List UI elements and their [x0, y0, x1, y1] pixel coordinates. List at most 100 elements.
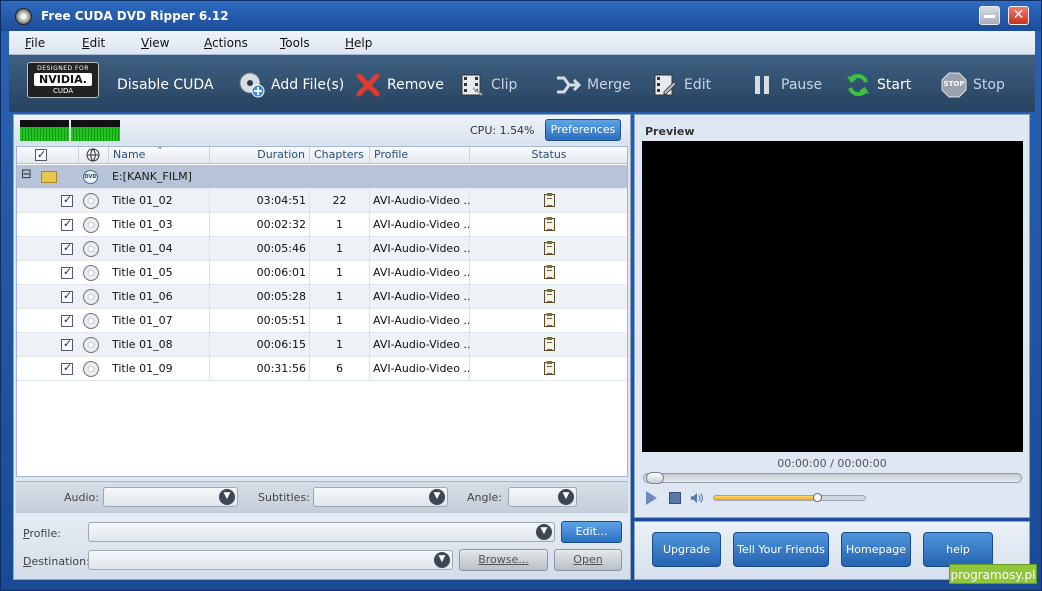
audio-select[interactable]: ▼ — [103, 487, 238, 507]
menu-actions[interactable]: Actions — [204, 36, 248, 50]
menu-view[interactable]: View — [141, 36, 169, 50]
dvd-disc-icon: DVD — [83, 170, 98, 184]
collapse-icon[interactable]: ⊟ — [21, 167, 32, 182]
destination-select[interactable]: ▼ — [88, 550, 453, 570]
header-chapters[interactable]: Chapters — [310, 147, 370, 164]
homepage-button[interactable]: Homepage — [841, 532, 911, 567]
row-checkbox[interactable] — [61, 361, 73, 375]
row-checkbox[interactable] — [61, 337, 73, 351]
subtitles-select[interactable]: ▼ — [313, 487, 448, 507]
table-row[interactable]: Title 01_0700:05:511AVI-Audio-Video ... — [17, 309, 627, 333]
row-profile: AVI-Audio-Video ... — [370, 189, 470, 213]
subtitles-label: Subtitles: — [258, 491, 310, 504]
table-row[interactable]: Title 01_0600:05:281AVI-Audio-Video ... — [17, 285, 627, 309]
table-row[interactable]: Title 01_0800:06:151AVI-Audio-Video ... — [17, 333, 627, 357]
add-files-button[interactable]: Add File(s) — [239, 70, 344, 100]
menu-tools[interactable]: Tools — [280, 36, 310, 50]
menu-edit[interactable]: Edit — [82, 36, 105, 50]
row-name: Title 01_05 — [109, 261, 210, 285]
table-row[interactable]: Title 01_0400:05:461AVI-Audio-Video ... — [17, 237, 627, 261]
remove-label: Remove — [387, 77, 444, 93]
open-button[interactable]: Open — [554, 549, 622, 571]
row-checkbox[interactable] — [61, 265, 73, 279]
header-check-col[interactable] — [17, 147, 79, 164]
app-window: Free CUDA DVD Ripper 6.12 ✕ File Edit Vi… — [0, 0, 1042, 591]
close-button[interactable]: ✕ — [1008, 6, 1029, 25]
volume-level-fill — [714, 496, 817, 500]
remove-x-icon — [355, 72, 381, 98]
folder-icon — [41, 171, 57, 183]
header-status[interactable]: Status — [470, 147, 627, 164]
row-chapters: 1 — [310, 333, 370, 357]
row-chapters: 22 — [310, 189, 370, 213]
disable-cuda-button[interactable]: Disable CUDA — [117, 70, 214, 100]
preferences-button[interactable]: Preferences — [545, 119, 621, 141]
stop-playback-icon[interactable] — [669, 492, 681, 504]
profile-dropdown-icon[interactable]: ▼ — [536, 524, 552, 540]
edit-button[interactable]: Edit — [652, 70, 711, 100]
tell-friends-button[interactable]: Tell Your Friends — [733, 532, 829, 567]
preview-title: Preview — [645, 125, 695, 138]
angle-dropdown-icon[interactable]: ▼ — [558, 489, 574, 505]
header-profile[interactable]: Profile — [370, 147, 470, 164]
row-duration: 00:06:15 — [210, 333, 310, 357]
stop-sign-icon: STOP — [941, 72, 967, 98]
minimize-button[interactable] — [979, 6, 1000, 25]
volume-handle[interactable] — [813, 493, 822, 502]
angle-select[interactable]: ▼ — [508, 487, 577, 507]
volume-slider[interactable] — [713, 493, 866, 502]
table-row[interactable]: Title 01_0500:06:011AVI-Audio-Video ... — [17, 261, 627, 285]
seek-bar[interactable] — [643, 472, 1022, 484]
table-row[interactable]: Title 01_0300:02:321AVI-Audio-Video ... — [17, 213, 627, 237]
row-name: Title 01_03 — [109, 213, 210, 237]
stop-button[interactable]: STOP Stop — [941, 70, 1005, 100]
header-icon-col — [79, 147, 109, 164]
select-all-checkbox[interactable] — [35, 147, 47, 163]
row-checkbox[interactable] — [61, 289, 73, 303]
merge-label: Merge — [587, 77, 631, 93]
row-checkbox[interactable] — [61, 217, 73, 231]
sort-ascending-icon: ˆ — [157, 146, 163, 158]
start-label: Start — [877, 77, 912, 93]
play-icon[interactable] — [646, 491, 657, 505]
table-row[interactable]: Title 01_0900:31:566AVI-Audio-Video ... — [17, 357, 627, 381]
disc-icon — [83, 289, 99, 305]
table-row[interactable]: Title 01_0203:04:5122AVI-Audio-Video ... — [17, 189, 627, 213]
row-duration: 00:05:46 — [210, 237, 310, 261]
audio-dropdown-icon[interactable]: ▼ — [219, 489, 235, 505]
upgrade-button[interactable]: Upgrade — [652, 532, 721, 567]
row-chapters: 1 — [310, 237, 370, 261]
volume-icon[interactable] — [690, 491, 704, 505]
row-chapters: 1 — [310, 309, 370, 333]
remove-button[interactable]: Remove — [355, 70, 444, 100]
subtitles-dropdown-icon[interactable]: ▼ — [429, 489, 445, 505]
row-status — [470, 213, 627, 237]
row-checkbox[interactable] — [61, 241, 73, 255]
destination-dropdown-icon[interactable]: ▼ — [434, 552, 450, 568]
row-chapters: 6 — [310, 357, 370, 381]
header-name[interactable]: Name ˆ — [109, 147, 210, 164]
edit-profile-button[interactable]: Edit... — [561, 521, 622, 543]
group-label: E:[KANK_FILM] — [112, 170, 192, 183]
row-checkbox[interactable] — [61, 313, 73, 327]
clipboard-status-icon — [544, 241, 555, 255]
profile-select[interactable]: ▼ — [88, 522, 555, 542]
pause-button[interactable]: Pause — [749, 70, 822, 100]
row-status — [470, 357, 627, 381]
clip-button[interactable]: Clip — [459, 70, 517, 100]
row-profile: AVI-Audio-Video ... — [370, 213, 470, 237]
start-button[interactable]: Start — [845, 70, 911, 100]
app-disc-icon — [15, 8, 32, 25]
merge-arrow-icon — [555, 72, 582, 98]
globe-icon — [86, 148, 100, 162]
menu-file[interactable]: File — [25, 36, 45, 50]
row-checkbox[interactable] — [61, 193, 73, 207]
menu-help[interactable]: Help — [345, 36, 372, 50]
browse-button[interactable]: Browse... — [459, 549, 548, 571]
help-button[interactable]: help — [923, 532, 993, 567]
merge-button[interactable]: Merge — [555, 70, 631, 100]
seek-handle[interactable] — [646, 472, 664, 484]
dvd-group-row[interactable]: ⊟ DVD E:[KANK_FILM] — [17, 165, 627, 189]
header-duration[interactable]: Duration — [210, 147, 310, 164]
row-profile: AVI-Audio-Video ... — [370, 357, 470, 381]
